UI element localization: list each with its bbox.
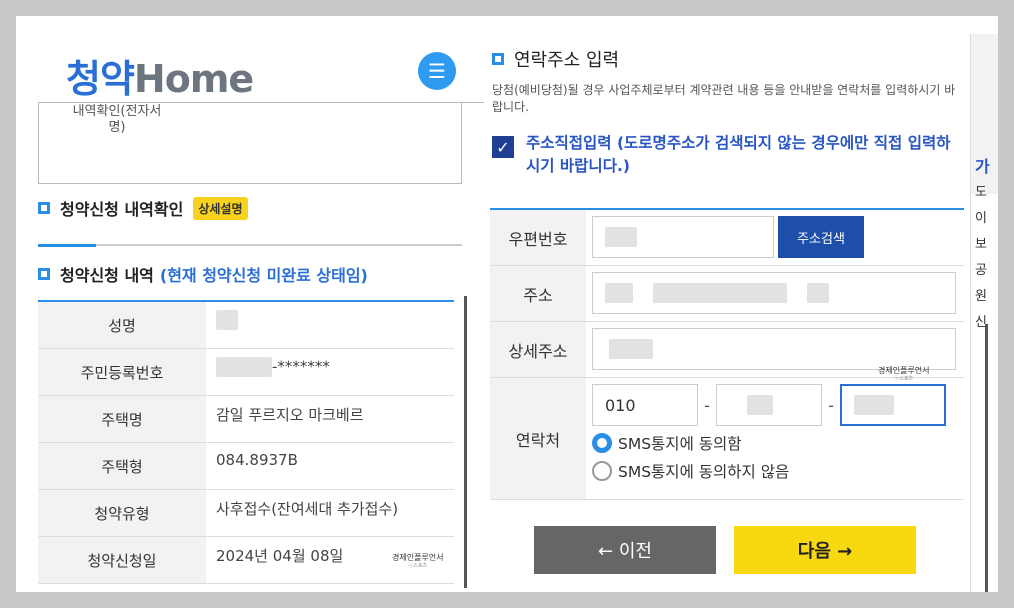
apply-date: 2024년 04월 08일 — [216, 547, 344, 565]
phone-part1-input[interactable]: 010 — [592, 384, 698, 426]
address-search-button[interactable]: 주소검색 — [778, 216, 864, 258]
address-cell — [586, 266, 964, 321]
row-value: -******* — [206, 349, 454, 395]
scrollbar[interactable] — [464, 296, 467, 588]
description-text: 당첨(예비당첨)될 경우 사업주체로부터 계약관련 내용 등을 안내받을 연락처… — [492, 83, 956, 114]
table-row: 청약유형 사후접수(잔여세대 추가접수) — [38, 490, 454, 537]
row-value — [206, 302, 454, 348]
blurred-value — [216, 357, 272, 377]
row-value: 084.8937B — [216, 451, 298, 469]
postal-label: 우편번호 — [490, 210, 586, 265]
row-value: 감일 푸르지오 마크베르 — [216, 406, 364, 424]
watermark-stamp: 경제인플루언서 ⓒ스포츠 — [392, 553, 444, 569]
masked-id: -******* — [272, 357, 330, 376]
detail-cell: 경제인플루언서 ⓒ스포츠 — [586, 322, 964, 382]
tab-underline — [38, 244, 462, 247]
contact-cell: 010 - - SMS통지에 동의함 SMS통지에 동의하지 않음 — [586, 378, 964, 499]
next-button[interactable]: 다음 → — [734, 526, 916, 574]
contact-section-title: 연락주소 입력 — [492, 46, 619, 72]
scrollbar[interactable] — [985, 324, 988, 592]
address-form: 우편번호 주소검색 주소 상세주소 경제인플루언서 ⓒ스포츠 연락처 010 -… — [490, 208, 964, 500]
logo-korean: 청약 — [66, 57, 135, 101]
form-row-address: 주소 — [490, 266, 964, 322]
direct-input-checkbox-row[interactable]: ✓ 주소직접입력 (도로명주소가 검색되지 않는 경우에만 직접 입력하시기 바… — [492, 132, 962, 178]
row-label: 청약신청일 — [38, 537, 206, 583]
phone-dash: - — [704, 395, 710, 415]
title-text: 연락주소 입력 — [514, 50, 620, 71]
radio-selected-icon — [592, 433, 612, 453]
row-label: 주택형 — [38, 443, 206, 489]
sms-agree-radio[interactable]: SMS통지에 동의함 — [592, 432, 958, 454]
table-row: 성명 — [38, 302, 454, 349]
section-title-confirm: 청약신청 내역확인 상세설명 — [38, 196, 248, 220]
sign-label: 내역확인(전자서명) — [72, 104, 162, 135]
detail-address-input[interactable] — [592, 328, 956, 370]
address-label: 주소 — [490, 266, 586, 321]
row-label: 성명 — [38, 302, 206, 348]
square-bullet-icon — [38, 268, 50, 280]
sms-disagree-radio[interactable]: SMS통지에 동의하지 않음 — [592, 460, 958, 482]
status-text: (현재 청약신청 미완료 상태임) — [159, 266, 368, 285]
table-row: 청약신청일 2024년 04월 08일 경제인플루언서 ⓒ스포츠 — [38, 537, 454, 584]
row-value: 사후접수(잔여세대 추가접수) — [216, 500, 399, 518]
prev-button[interactable]: ← 이전 — [534, 526, 716, 574]
application-table: 성명 주민등록번호 -******* 주택명 감일 푸르지오 마크베르 주택형 … — [38, 300, 454, 584]
section2-title: 청약신청 내역 — [60, 266, 154, 285]
row-label: 청약유형 — [38, 490, 206, 536]
row-label: 주택명 — [38, 396, 206, 442]
postal-input[interactable] — [592, 216, 774, 258]
table-row: 주민등록번호 -******* — [38, 349, 454, 396]
row-value: 2024년 04월 08일 경제인플루언서 ⓒ스포츠 — [206, 537, 454, 583]
square-bullet-icon — [492, 53, 504, 65]
form-row-postal: 우편번호 주소검색 — [490, 210, 964, 266]
right-panel: 연락주소 입력 당첨(예비당첨)될 경우 사업주체로부터 계약관련 내용 등을 … — [490, 34, 964, 592]
radio-empty-icon — [592, 461, 612, 481]
row-label: 주민등록번호 — [38, 349, 206, 395]
logo-english: Home — [133, 57, 254, 101]
detail-badge-button[interactable]: 상세설명 — [193, 196, 248, 220]
section-title-history: 청약신청 내역 (현재 청약신청 미완료 상태임) — [38, 262, 368, 286]
checkbox-checked-icon[interactable]: ✓ — [492, 136, 514, 158]
postal-cell: 주소검색 — [586, 210, 964, 265]
contact-label: 연락처 — [490, 378, 586, 499]
section1-title: 청약신청 내역확인 — [60, 200, 184, 219]
address-input[interactable] — [592, 272, 956, 314]
site-logo[interactable]: 청약Home — [66, 48, 254, 103]
phone-part2-input[interactable] — [716, 384, 822, 426]
detail-address-label: 상세주소 — [490, 322, 586, 377]
sign-box: 내역확인(전자서명) — [38, 102, 462, 184]
clipped-text: 가 도 이 보 공 원 신 — [975, 157, 990, 330]
blurred-value — [216, 310, 238, 330]
square-bullet-icon — [38, 202, 50, 214]
clipped-side-panel: 가 도 이 보 공 원 신 — [970, 34, 998, 592]
table-row: 주택명 감일 푸르지오 마크베르 — [38, 396, 454, 443]
table-row: 주택형 084.8937B — [38, 443, 454, 490]
hamburger-icon[interactable]: ☰ — [418, 52, 456, 90]
screenshot-frame: 청약Home ☰ 내역확인(전자서명) 청약신청 내역확인 상세설명 청약신청 … — [16, 16, 998, 592]
left-panel: 청약Home ☰ 내역확인(전자서명) 청약신청 내역확인 상세설명 청약신청 … — [38, 34, 484, 592]
phone-part3-input[interactable] — [840, 384, 946, 426]
phone-inputs: 010 - - — [592, 384, 958, 426]
form-row-detail: 상세주소 경제인플루언서 ⓒ스포츠 — [490, 322, 964, 382]
form-row-contact: 연락처 010 - - SMS통지에 동의함 SMS통지에 동의하지 않음 — [490, 378, 964, 500]
phone-dash: - — [828, 395, 834, 415]
checkbox-label: 주소직접입력 (도로명주소가 검색되지 않는 경우에만 직접 입력하시기 바랍니… — [526, 134, 951, 175]
